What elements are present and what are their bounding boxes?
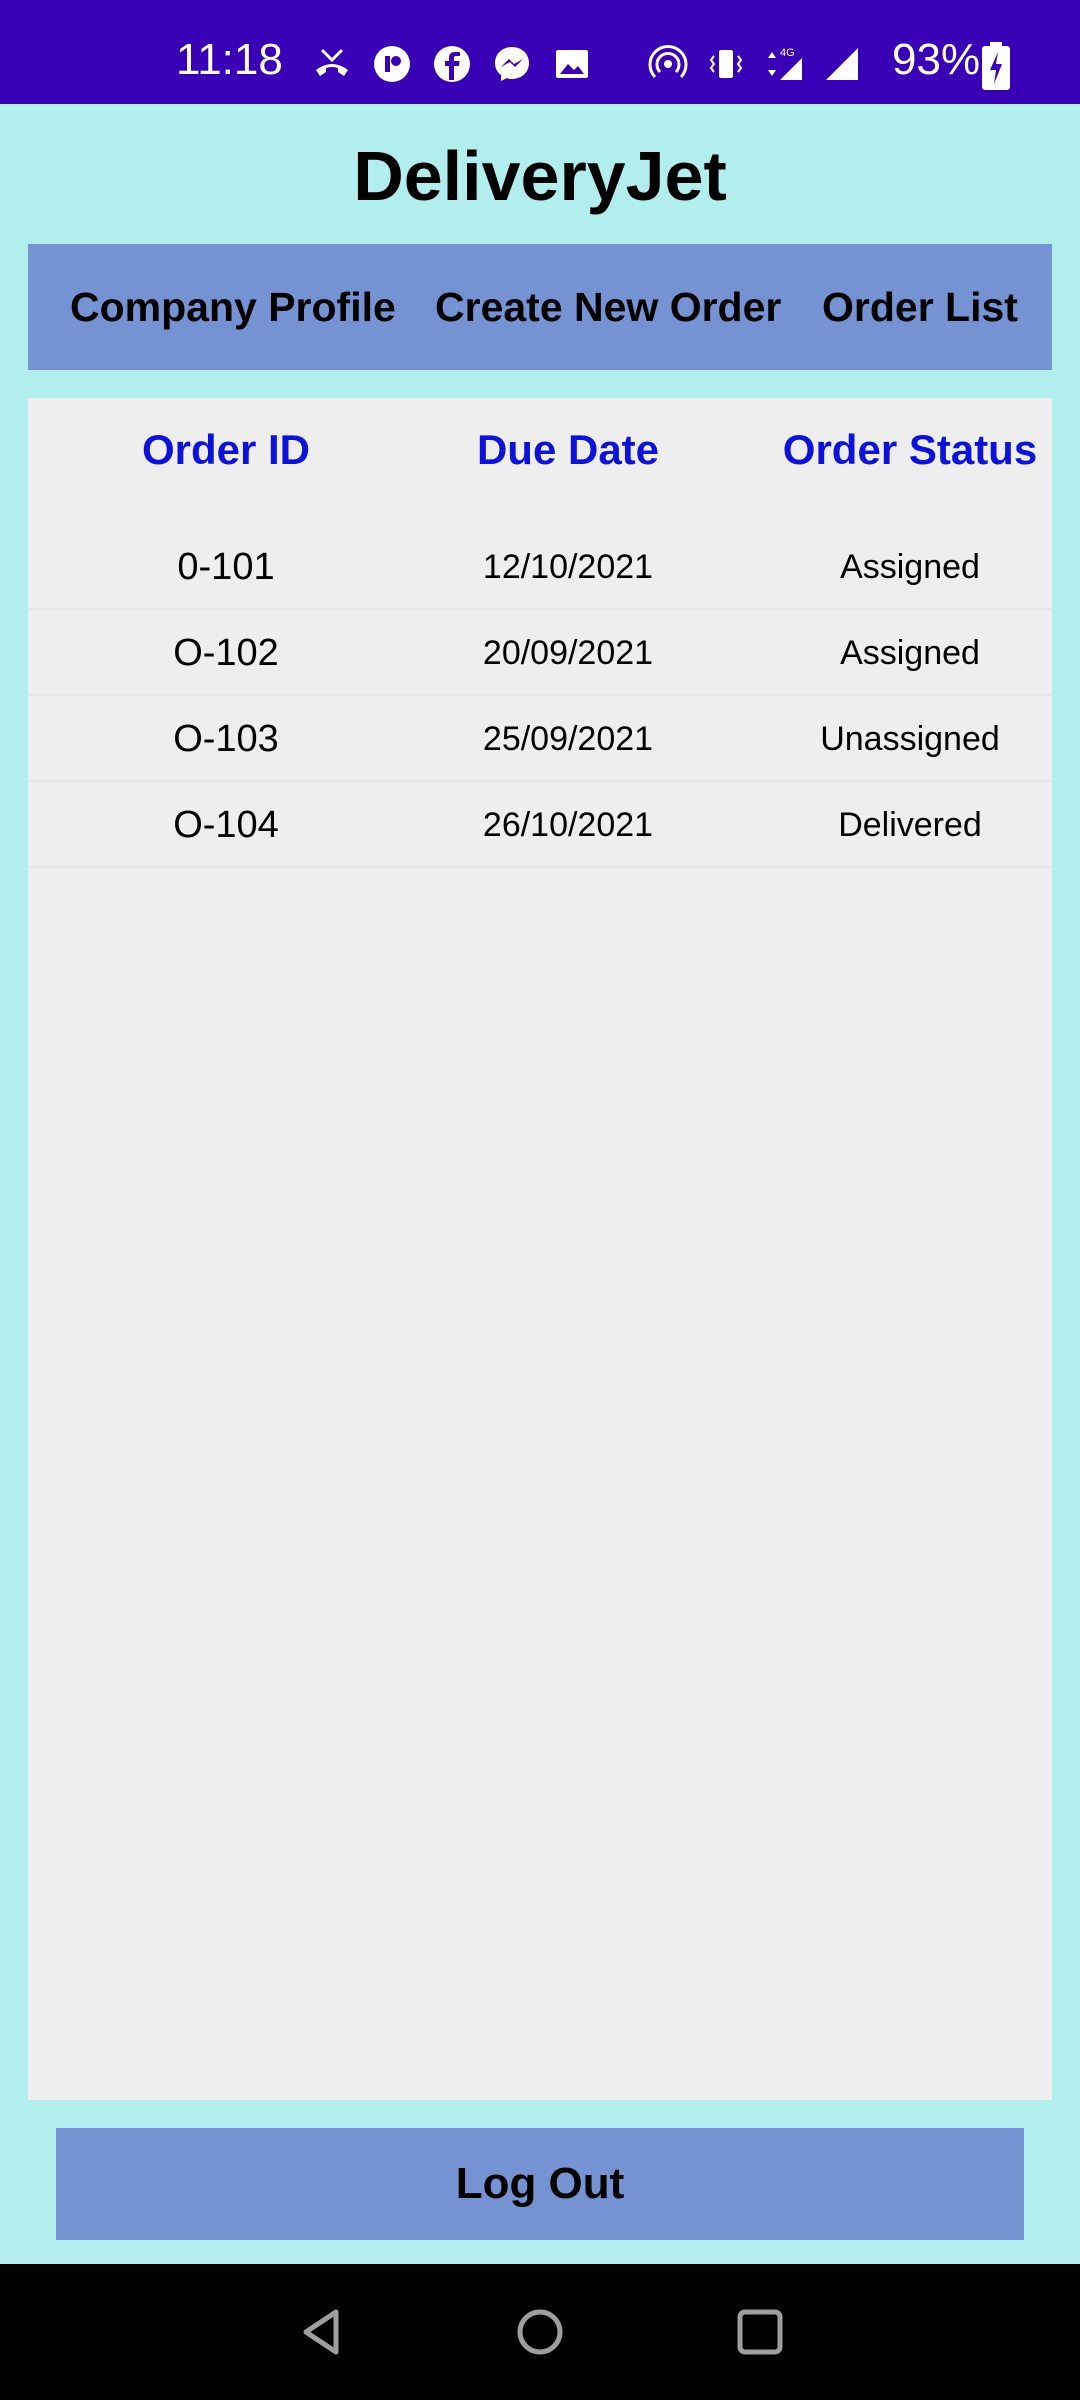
facebook-icon [434,46,470,82]
system-status-icons: 4G [648,44,862,84]
hotspot-icon [648,45,688,79]
system-nav-bar [0,2264,1080,2400]
gallery-icon [556,50,588,78]
order-row[interactable]: O-104 26/10/2021 Delivered [28,782,1052,868]
back-icon[interactable] [294,2304,350,2360]
app-title: DeliveryJet [353,137,727,215]
nav-order-list[interactable]: Order List [822,284,1018,331]
battery-percent: 93% [892,35,981,84]
order-row[interactable]: 0-101 12/10/2021 Assigned [28,524,1052,610]
order-row[interactable]: O-103 25/09/2021 Unassigned [28,696,1052,782]
due-date-cell: 20/09/2021 [482,634,654,672]
order-status-cell: Unassigned [820,720,1000,758]
order-list-panel: Order ID Due Date Order Status 0-101 12/… [28,398,1052,2100]
home-icon[interactable] [512,2304,568,2360]
column-header-due-date: Due Date [476,426,660,473]
logout-button[interactable]: Log Out [56,2128,1024,2240]
nav-create-new-order[interactable]: Create New Order [435,284,781,331]
recents-icon[interactable] [732,2304,788,2360]
top-nav: Company Profile Create New Order Order L… [28,244,1052,370]
order-id-cell: O-103 [173,718,279,760]
mobile-data-icon: 4G [768,47,802,80]
notification-icons [312,44,592,84]
app-icon [374,46,410,82]
status-time: 11:18 [176,35,283,84]
order-status-cell: Assigned [840,634,980,672]
order-status-cell: Assigned [840,548,980,586]
svg-text:4G: 4G [780,47,795,59]
order-id-cell: O-104 [173,804,279,846]
messenger-icon [495,47,529,81]
order-row[interactable]: O-102 20/09/2021 Assigned [28,610,1052,696]
due-date-cell: 25/09/2021 [482,720,654,758]
vibrate-icon [709,50,743,78]
battery-charging-icon [982,42,1010,90]
order-id-cell: O-102 [173,632,279,674]
signal-icon [826,48,858,80]
nav-company-profile[interactable]: Company Profile [70,284,396,331]
due-date-cell: 12/10/2021 [482,548,654,586]
order-status-cell: Delivered [838,806,982,844]
missed-call-icon [316,48,348,76]
column-header-order-id: Order ID [141,426,311,473]
order-id-cell: 0-101 [177,546,275,588]
column-header-order-status: Order Status [782,426,1038,473]
status-bar: 11:18 4G 93% [0,0,1080,104]
due-date-cell: 26/10/2021 [482,806,654,844]
